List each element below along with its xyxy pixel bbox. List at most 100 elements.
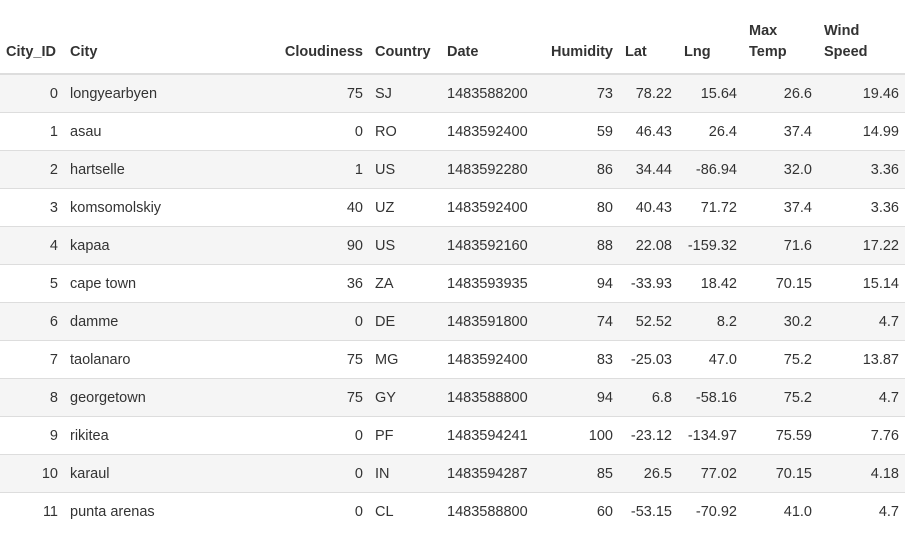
cell-cloudiness: 0 xyxy=(270,492,369,530)
cell-max-temp: 41.0 xyxy=(743,492,818,530)
cell-lat: 26.5 xyxy=(619,454,678,493)
cell-cloudiness: 90 xyxy=(270,226,369,265)
cell-city: kapaa xyxy=(64,226,270,265)
cell-cloudiness: 0 xyxy=(270,112,369,151)
cell-wind-speed: 15.14 xyxy=(818,264,905,303)
cell-wind-speed: 4.18 xyxy=(818,454,905,493)
cell-country: MG xyxy=(369,340,441,379)
table-row: 10 karaul 0 IN 1483594287 85 26.5 77.02 70.15 4.1… xyxy=(0,454,905,493)
cell-cloudiness: 40 xyxy=(270,188,369,227)
table-row: 8 georgetown 75 GY 1483588800 94 6.8 -58.16 75.2… xyxy=(0,378,905,417)
cell-wind-speed: 3.36 xyxy=(818,188,905,227)
cell-lat: -33.93 xyxy=(619,264,678,303)
table-row: 9 rikitea 0 PF 1483594241 100 -23.12 -134.97 75.… xyxy=(0,416,905,455)
cell-wind-speed: 13.87 xyxy=(818,340,905,379)
cell-city-id: 5 xyxy=(0,264,64,303)
cell-humidity: 86 xyxy=(536,150,619,189)
cell-lat: 40.43 xyxy=(619,188,678,227)
cell-max-temp: 70.15 xyxy=(743,454,818,493)
cell-lng: -86.94 xyxy=(678,150,743,189)
cell-wind-speed: 4.7 xyxy=(818,302,905,341)
cell-max-temp: 37.4 xyxy=(743,112,818,151)
cell-humidity: 94 xyxy=(536,378,619,417)
column-header-humidity: Humidity xyxy=(536,14,619,75)
cell-date: 1483592160 xyxy=(441,226,536,265)
cell-humidity: 85 xyxy=(536,454,619,493)
cell-lng: 47.0 xyxy=(678,340,743,379)
cell-wind-speed: 17.22 xyxy=(818,226,905,265)
cell-date: 1483588200 xyxy=(441,73,536,113)
cell-city-id: 11 xyxy=(0,492,64,530)
cell-max-temp: 26.6 xyxy=(743,73,818,113)
cell-city-id: 0 xyxy=(0,73,64,113)
cell-city-id: 1 xyxy=(0,112,64,151)
cell-city-id: 10 xyxy=(0,454,64,493)
cell-cloudiness: 0 xyxy=(270,416,369,455)
cell-wind-speed: 7.76 xyxy=(818,416,905,455)
table-header: City_ID City Cloudiness Country Date Hum… xyxy=(0,14,905,75)
cell-wind-speed: 4.7 xyxy=(818,378,905,417)
cell-max-temp: 75.2 xyxy=(743,378,818,417)
column-header-max-temp: Max Temp xyxy=(743,14,818,75)
cell-lat: 46.43 xyxy=(619,112,678,151)
cell-country: US xyxy=(369,226,441,265)
cell-country: PF xyxy=(369,416,441,455)
cell-max-temp: 70.15 xyxy=(743,264,818,303)
cell-lng: 77.02 xyxy=(678,454,743,493)
table-row: 6 damme 0 DE 1483591800 74 52.52 8.2 30.2 4.7 xyxy=(0,302,905,341)
column-header-city-id: City_ID xyxy=(0,14,64,75)
cell-humidity: 59 xyxy=(536,112,619,151)
cell-date: 1483592280 xyxy=(441,150,536,189)
cell-humidity: 80 xyxy=(536,188,619,227)
table-row: 3 komsomolskiy 40 UZ 1483592400 80 40.43 71.72 3… xyxy=(0,188,905,227)
table-row: 11 punta arenas 0 CL 1483588800 60 -53.15 -70.9… xyxy=(0,492,905,530)
cell-humidity: 88 xyxy=(536,226,619,265)
table-row: 1 asau 0 RO 1483592400 59 46.43 26.4 37.4 14.99 xyxy=(0,112,905,151)
cell-humidity: 74 xyxy=(536,302,619,341)
cell-lng: 71.72 xyxy=(678,188,743,227)
cell-max-temp: 75.2 xyxy=(743,340,818,379)
cell-wind-speed: 14.99 xyxy=(818,112,905,151)
cell-country: IN xyxy=(369,454,441,493)
column-header-lng: Lng xyxy=(678,14,743,75)
cell-city: karaul xyxy=(64,454,270,493)
cell-cloudiness: 0 xyxy=(270,302,369,341)
cell-lng: 26.4 xyxy=(678,112,743,151)
notebook-output: City_ID City Cloudiness Country Date Hum… xyxy=(0,0,910,535)
cell-date: 1483588800 xyxy=(441,492,536,530)
column-header-cloudiness: Cloudiness xyxy=(270,14,369,75)
cell-country: GY xyxy=(369,378,441,417)
cell-date: 1483593935 xyxy=(441,264,536,303)
cell-date: 1483594287 xyxy=(441,454,536,493)
cell-country: CL xyxy=(369,492,441,530)
cell-humidity: 100 xyxy=(536,416,619,455)
table-row: 2 hartselle 1 US 1483592280 86 34.44 -86.94 32.0… xyxy=(0,150,905,189)
city-weather-table: City_ID City Cloudiness Country Date Hum… xyxy=(0,14,905,530)
header-row: City_ID City Cloudiness Country Date Hum… xyxy=(0,14,905,75)
cell-max-temp: 30.2 xyxy=(743,302,818,341)
cell-lng: -134.97 xyxy=(678,416,743,455)
cell-city: damme xyxy=(64,302,270,341)
cell-city: komsomolskiy xyxy=(64,188,270,227)
cell-lat: -23.12 xyxy=(619,416,678,455)
table-row: 5 cape town 36 ZA 1483593935 94 -33.93 18.42 70.… xyxy=(0,264,905,303)
table-row: 0 longyearbyen 75 SJ 1483588200 73 78.22 15.64 2… xyxy=(0,73,905,113)
cell-date: 1483592400 xyxy=(441,188,536,227)
cell-lng: -58.16 xyxy=(678,378,743,417)
cell-country: ZA xyxy=(369,264,441,303)
column-header-wind-speed: Wind Speed xyxy=(818,14,905,75)
cell-country: US xyxy=(369,150,441,189)
cell-max-temp: 37.4 xyxy=(743,188,818,227)
cell-lat: 52.52 xyxy=(619,302,678,341)
cell-city-id: 7 xyxy=(0,340,64,379)
cell-humidity: 73 xyxy=(536,73,619,113)
cell-city: longyearbyen xyxy=(64,73,270,113)
cell-city-id: 8 xyxy=(0,378,64,417)
cell-lat: -25.03 xyxy=(619,340,678,379)
cell-country: SJ xyxy=(369,73,441,113)
cell-city: georgetown xyxy=(64,378,270,417)
cell-wind-speed: 19.46 xyxy=(818,73,905,113)
cell-humidity: 94 xyxy=(536,264,619,303)
table-row: 4 kapaa 90 US 1483592160 88 22.08 -159.32 71.6 17… xyxy=(0,226,905,265)
column-header-date: Date xyxy=(441,14,536,75)
